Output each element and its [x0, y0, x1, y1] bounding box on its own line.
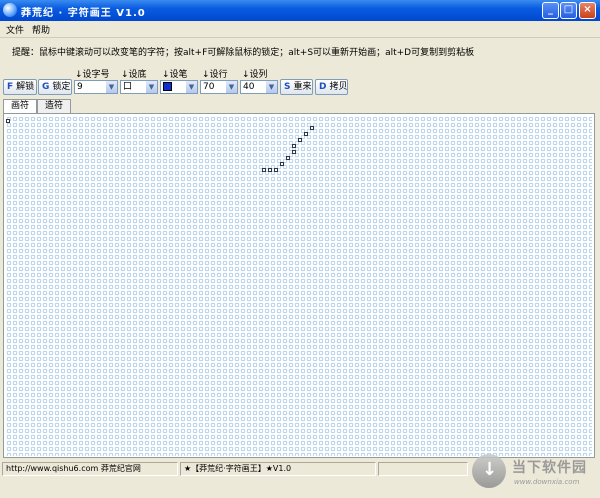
lock-label: 锁定 [52, 82, 71, 92]
drawn-cell [298, 138, 302, 142]
download-arrow-icon: ↓ [482, 459, 498, 480]
app-icon [3, 3, 17, 17]
chevron-down-icon[interactable]: ▼ [106, 81, 117, 93]
pen-swatch-icon [163, 82, 172, 91]
reset-button[interactable]: S 重来 [280, 79, 313, 95]
copy-label: 拷贝 [329, 82, 348, 92]
font-size-label: ↓设字号 [75, 70, 110, 80]
chevron-down-icon[interactable]: ▼ [186, 81, 197, 93]
rows-value: 70 [203, 82, 215, 92]
cols-select[interactable]: 40 ▼ [240, 80, 278, 94]
drawn-cell [292, 150, 296, 154]
reset-label: 重来 [293, 82, 312, 92]
font-size-value: 9 [77, 82, 83, 92]
drawn-cell [304, 132, 308, 136]
tab-create[interactable]: 造符 [37, 99, 71, 113]
pen-select[interactable]: ■ ▼ [160, 80, 198, 94]
cols-label: ↓设列 [242, 70, 268, 80]
reset-key-icon: S [284, 82, 291, 92]
window-title: 莽荒纪 · 字符画王 V1.0 [21, 8, 146, 19]
site-watermark: ↓ 当下软件园 www.downxia.com [470, 452, 600, 498]
drawn-cell [268, 168, 272, 172]
chevron-down-icon[interactable]: ▼ [226, 81, 237, 93]
background-select[interactable]: 口 ▼ [120, 80, 158, 94]
lock-key-icon: G [42, 82, 50, 92]
maximize-button[interactable]: □ [560, 2, 577, 19]
rows-select[interactable]: 70 ▼ [200, 80, 238, 94]
hint-text: 提醒：鼠标中键滚动可以改变笔的字符；按alt+F可解除鼠标的锁定；alt+S可以… [12, 48, 475, 58]
tab-draw[interactable]: 画符 [3, 99, 37, 113]
minimize-button[interactable]: _ [542, 2, 559, 19]
background-value: 口 [123, 82, 133, 92]
title-bar[interactable]: 莽荒纪 · 字符画王 V1.0 _ □ × [0, 0, 600, 21]
drawing-canvas[interactable] [3, 113, 595, 458]
drawn-cell [274, 168, 278, 172]
cols-value: 40 [243, 82, 255, 92]
rows-label: ↓设行 [202, 70, 228, 80]
drawn-cell [6, 119, 10, 123]
status-extra [378, 462, 468, 476]
drawn-cell [310, 126, 314, 130]
menu-help[interactable]: 帮助 [32, 23, 50, 36]
unlock-button[interactable]: F 解锁 [3, 79, 37, 95]
character-grid[interactable] [6, 116, 592, 456]
lock-button[interactable]: G 锁定 [38, 79, 72, 95]
watermark-name: 当下软件园 [512, 460, 587, 476]
drawn-cell [280, 162, 284, 166]
drawn-cell [262, 168, 266, 172]
status-url: http://www.qishu6.com 莽荒纪官网 [2, 462, 178, 476]
drawn-cell [292, 144, 296, 148]
status-product: ★【莽荒纪·字符画王】★V1.0 [180, 462, 376, 476]
close-button[interactable]: × [579, 2, 596, 19]
menu-bar: 文件 帮助 [0, 21, 600, 38]
copy-key-icon: D [319, 82, 327, 92]
background-label: ↓设底 [121, 70, 147, 80]
unlock-label: 解锁 [16, 82, 35, 92]
watermark-url: www.downxia.com [514, 478, 580, 486]
unlock-key-icon: F [7, 82, 14, 92]
copy-button[interactable]: D 拷贝 [315, 79, 348, 95]
pen-label: ↓设笔 [162, 70, 188, 80]
chevron-down-icon[interactable]: ▼ [266, 81, 277, 93]
menu-file[interactable]: 文件 [6, 23, 24, 36]
chevron-down-icon[interactable]: ▼ [146, 81, 157, 93]
font-size-select[interactable]: 9 ▼ [74, 80, 118, 94]
drawn-cell [286, 156, 290, 160]
